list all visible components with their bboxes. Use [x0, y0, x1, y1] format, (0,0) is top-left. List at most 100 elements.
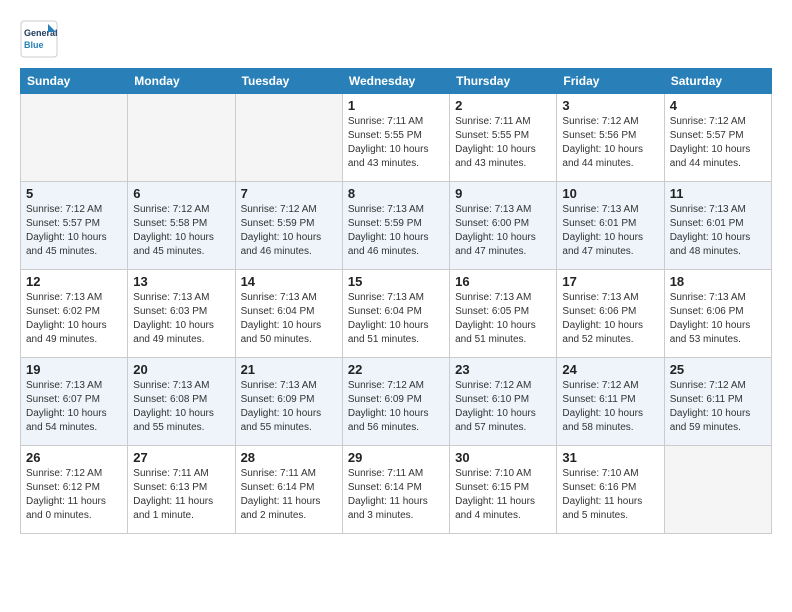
calendar-day: 13 Sunrise: 7:13 AM Sunset: 6:03 PM Dayli… — [128, 270, 235, 358]
day-number: 17 — [562, 274, 658, 289]
calendar-day: 25 Sunrise: 7:12 AM Sunset: 6:11 PM Dayli… — [664, 358, 771, 446]
calendar-day: 16 Sunrise: 7:13 AM Sunset: 6:05 PM Dayli… — [450, 270, 557, 358]
day-info: Sunrise: 7:12 AM Sunset: 6:12 PM Dayligh… — [26, 467, 122, 523]
day-info: Sunrise: 7:11 AM Sunset: 5:55 PM Dayligh… — [455, 115, 551, 171]
calendar-table: SundayMondayTuesdayWednesdayThursdayFrid… — [20, 68, 772, 534]
calendar-day: 8 Sunrise: 7:13 AM Sunset: 5:59 PM Daylig… — [342, 182, 449, 270]
calendar-day: 10Sunrise: 7:13 AM Sunset: 6:01 PM Dayli… — [557, 182, 664, 270]
day-info: Sunrise: 7:13 AM Sunset: 6:06 PM Dayligh… — [562, 291, 658, 347]
day-info: Sunrise: 7:12 AM Sunset: 6:11 PM Dayligh… — [562, 379, 658, 435]
calendar-day: 6 Sunrise: 7:12 AM Sunset: 5:58 PM Daylig… — [128, 182, 235, 270]
day-info: Sunrise: 7:12 AM Sunset: 5:58 PM Dayligh… — [133, 203, 229, 259]
logo: General Blue — [20, 20, 58, 58]
day-info: Sunrise: 7:10 AM Sunset: 6:15 PM Dayligh… — [455, 467, 551, 523]
day-number: 12 — [26, 274, 122, 289]
day-info: Sunrise: 7:13 AM Sunset: 6:07 PM Dayligh… — [26, 379, 122, 435]
day-number: 23 — [455, 362, 551, 377]
day-number: 30 — [455, 450, 551, 465]
day-number: 26 — [26, 450, 122, 465]
calendar-header-sunday: Sunday — [21, 69, 128, 94]
day-number: 18 — [670, 274, 766, 289]
day-info: Sunrise: 7:11 AM Sunset: 6:13 PM Dayligh… — [133, 467, 229, 523]
calendar-day: 14 Sunrise: 7:13 AM Sunset: 6:04 PM Dayli… — [235, 270, 342, 358]
calendar-day: 29 Sunrise: 7:11 AM Sunset: 6:14 PM Dayli… — [342, 446, 449, 534]
calendar-day — [235, 94, 342, 182]
day-number: 19 — [26, 362, 122, 377]
calendar-day: 2 Sunrise: 7:11 AM Sunset: 5:55 PM Daylig… — [450, 94, 557, 182]
calendar-day — [128, 94, 235, 182]
day-number: 2 — [455, 98, 551, 113]
day-info: Sunrise: 7:12 AM Sunset: 6:10 PM Dayligh… — [455, 379, 551, 435]
calendar-day: 7Sunrise: 7:12 AM Sunset: 5:59 PM Daylig… — [235, 182, 342, 270]
day-number: 29 — [348, 450, 444, 465]
day-info: Sunrise: 7:13 AM Sunset: 6:09 PM Dayligh… — [241, 379, 337, 435]
calendar-day: 12 Sunrise: 7:13 AM Sunset: 6:02 PM Dayli… — [21, 270, 128, 358]
day-number: 3 — [562, 98, 658, 113]
calendar-header-friday: Friday — [557, 69, 664, 94]
calendar-day: 18 Sunrise: 7:13 AM Sunset: 6:06 PM Dayli… — [664, 270, 771, 358]
day-info: Sunrise: 7:13 AM Sunset: 6:00 PM Dayligh… — [455, 203, 551, 259]
calendar-day: 11 Sunrise: 7:13 AM Sunset: 6:01 PM Dayli… — [664, 182, 771, 270]
calendar-day: 24Sunrise: 7:12 AM Sunset: 6:11 PM Dayli… — [557, 358, 664, 446]
day-info: Sunrise: 7:11 AM Sunset: 5:55 PM Dayligh… — [348, 115, 444, 171]
day-info: Sunrise: 7:10 AM Sunset: 6:16 PM Dayligh… — [562, 467, 658, 523]
calendar-header-tuesday: Tuesday — [235, 69, 342, 94]
day-number: 4 — [670, 98, 766, 113]
calendar-week-row: 26 Sunrise: 7:12 AM Sunset: 6:12 PM Dayli… — [21, 446, 772, 534]
calendar-header-row: SundayMondayTuesdayWednesdayThursdayFrid… — [21, 69, 772, 94]
calendar-day: 1 Sunrise: 7:11 AM Sunset: 5:55 PM Daylig… — [342, 94, 449, 182]
day-number: 8 — [348, 186, 444, 201]
calendar-day: 4 Sunrise: 7:12 AM Sunset: 5:57 PM Daylig… — [664, 94, 771, 182]
day-number: 6 — [133, 186, 229, 201]
calendar-week-row: 5Sunrise: 7:12 AM Sunset: 5:57 PM Daylig… — [21, 182, 772, 270]
day-number: 25 — [670, 362, 766, 377]
day-info: Sunrise: 7:13 AM Sunset: 6:06 PM Dayligh… — [670, 291, 766, 347]
day-number: 5 — [26, 186, 122, 201]
calendar-day: 26 Sunrise: 7:12 AM Sunset: 6:12 PM Dayli… — [21, 446, 128, 534]
calendar-day: 5Sunrise: 7:12 AM Sunset: 5:57 PM Daylig… — [21, 182, 128, 270]
day-info: Sunrise: 7:13 AM Sunset: 6:03 PM Dayligh… — [133, 291, 229, 347]
calendar-day: 21Sunrise: 7:13 AM Sunset: 6:09 PM Dayli… — [235, 358, 342, 446]
day-number: 20 — [133, 362, 229, 377]
day-number: 10 — [562, 186, 658, 201]
calendar-week-row: 1 Sunrise: 7:11 AM Sunset: 5:55 PM Daylig… — [21, 94, 772, 182]
day-number: 1 — [348, 98, 444, 113]
day-number: 16 — [455, 274, 551, 289]
day-number: 11 — [670, 186, 766, 201]
page-header: General Blue — [20, 20, 772, 58]
calendar-day: 31 Sunrise: 7:10 AM Sunset: 6:16 PM Dayli… — [557, 446, 664, 534]
calendar-week-row: 19 Sunrise: 7:13 AM Sunset: 6:07 PM Dayli… — [21, 358, 772, 446]
day-info: Sunrise: 7:13 AM Sunset: 6:02 PM Dayligh… — [26, 291, 122, 347]
day-info: Sunrise: 7:12 AM Sunset: 6:11 PM Dayligh… — [670, 379, 766, 435]
svg-text:Blue: Blue — [24, 40, 44, 50]
calendar-header-wednesday: Wednesday — [342, 69, 449, 94]
day-info: Sunrise: 7:12 AM Sunset: 6:09 PM Dayligh… — [348, 379, 444, 435]
day-info: Sunrise: 7:12 AM Sunset: 5:56 PM Dayligh… — [562, 115, 658, 171]
day-number: 27 — [133, 450, 229, 465]
day-info: Sunrise: 7:12 AM Sunset: 5:59 PM Dayligh… — [241, 203, 337, 259]
day-number: 22 — [348, 362, 444, 377]
day-number: 28 — [241, 450, 337, 465]
calendar-day: 19 Sunrise: 7:13 AM Sunset: 6:07 PM Dayli… — [21, 358, 128, 446]
calendar-day: 17 Sunrise: 7:13 AM Sunset: 6:06 PM Dayli… — [557, 270, 664, 358]
calendar-day — [21, 94, 128, 182]
calendar-day — [664, 446, 771, 534]
day-info: Sunrise: 7:11 AM Sunset: 6:14 PM Dayligh… — [348, 467, 444, 523]
day-info: Sunrise: 7:13 AM Sunset: 5:59 PM Dayligh… — [348, 203, 444, 259]
day-info: Sunrise: 7:13 AM Sunset: 6:01 PM Dayligh… — [670, 203, 766, 259]
calendar-header-thursday: Thursday — [450, 69, 557, 94]
calendar-day: 23 Sunrise: 7:12 AM Sunset: 6:10 PM Dayli… — [450, 358, 557, 446]
day-number: 9 — [455, 186, 551, 201]
day-number: 15 — [348, 274, 444, 289]
calendar-day: 30 Sunrise: 7:10 AM Sunset: 6:15 PM Dayli… — [450, 446, 557, 534]
calendar-day: 22 Sunrise: 7:12 AM Sunset: 6:09 PM Dayli… — [342, 358, 449, 446]
day-number: 13 — [133, 274, 229, 289]
day-info: Sunrise: 7:13 AM Sunset: 6:05 PM Dayligh… — [455, 291, 551, 347]
calendar-day: 15 Sunrise: 7:13 AM Sunset: 6:04 PM Dayli… — [342, 270, 449, 358]
day-info: Sunrise: 7:13 AM Sunset: 6:04 PM Dayligh… — [348, 291, 444, 347]
day-info: Sunrise: 7:13 AM Sunset: 6:04 PM Dayligh… — [241, 291, 337, 347]
day-info: Sunrise: 7:12 AM Sunset: 5:57 PM Dayligh… — [670, 115, 766, 171]
day-number: 14 — [241, 274, 337, 289]
day-number: 31 — [562, 450, 658, 465]
calendar-header-monday: Monday — [128, 69, 235, 94]
